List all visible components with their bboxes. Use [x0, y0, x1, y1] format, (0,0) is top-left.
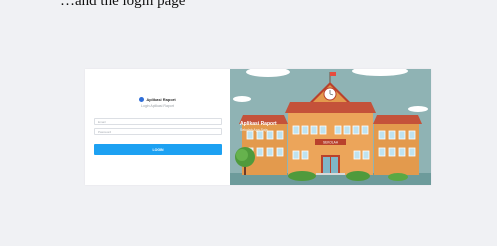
school-building-icon: SEKOLAH	[230, 69, 431, 185]
login-card: Aplikasi Raport Login Aplikasi Raport LO…	[85, 69, 431, 185]
username-input[interactable]	[94, 118, 222, 125]
school-sign: SEKOLAH	[323, 140, 339, 144]
login-form-panel: Aplikasi Raport Login Aplikasi Raport LO…	[85, 69, 230, 185]
school-illustration: SEKOLAH Aplikasi Raport Sekolah Apa Saja	[230, 69, 431, 185]
app-logo-icon	[139, 97, 145, 102]
app-brand: Aplikasi Raport	[85, 97, 230, 102]
hero-subtitle: Sekolah Apa Saja	[240, 128, 268, 132]
login-button[interactable]: LOGIN	[94, 144, 222, 155]
app-name: Aplikasi Raport	[146, 97, 176, 102]
page-caption: …and the login page	[60, 0, 186, 9]
hero-title: Aplikasi Raport	[240, 121, 277, 127]
login-subtitle: Login Aplikasi Raport	[141, 104, 174, 108]
password-input[interactable]	[94, 128, 222, 135]
